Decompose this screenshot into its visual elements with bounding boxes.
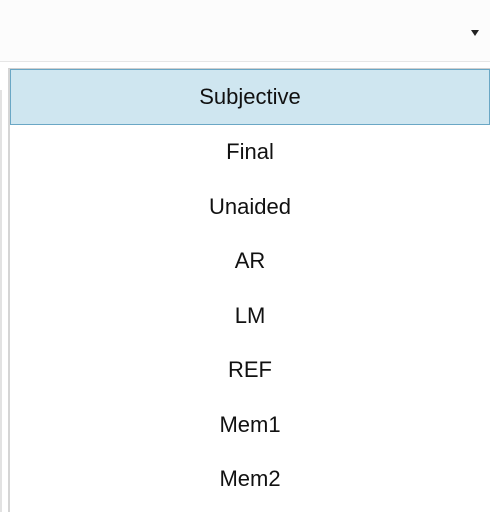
option-final[interactable]: Final (10, 125, 490, 180)
option-label: Mem1 (219, 411, 281, 437)
left-edge-divider (0, 90, 2, 512)
option-label: Mem2 (219, 466, 281, 492)
option-label: AR (234, 248, 266, 274)
option-lm[interactable]: LM (10, 289, 490, 344)
option-label: LM (234, 302, 266, 328)
option-label: Final (226, 139, 274, 165)
combo-box[interactable] (0, 0, 490, 62)
option-label: REF (228, 357, 272, 383)
chevron-down-icon[interactable] (471, 30, 479, 36)
option-mem2[interactable]: Mem2 (10, 452, 490, 507)
dropdown-screen: Subjective Final Unaided AR LM REF Mem1 … (0, 0, 490, 512)
option-ref[interactable]: REF (10, 343, 490, 398)
option-ar[interactable]: AR (10, 234, 490, 289)
option-mem1[interactable]: Mem1 (10, 398, 490, 453)
option-subjective[interactable]: Subjective (10, 69, 490, 125)
option-unaided[interactable]: Unaided (10, 180, 490, 235)
option-label: Unaided (209, 193, 291, 219)
option-label: Subjective (199, 84, 301, 109)
dropdown-list[interactable]: Subjective Final Unaided AR LM REF Mem1 … (8, 68, 490, 512)
